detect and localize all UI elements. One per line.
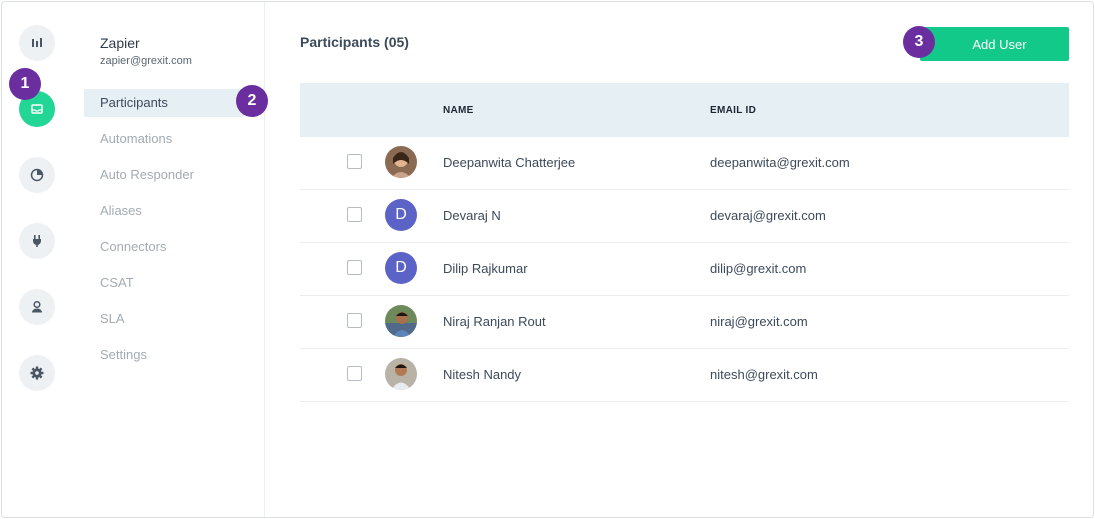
step-badge: 1 [9, 68, 41, 100]
participant-email: dilip@grexit.com [710, 261, 807, 276]
row-checkbox[interactable] [347, 154, 362, 169]
gear-icon [30, 366, 44, 380]
table-row: Niraj Ranjan Rout niraj@grexit.com [300, 296, 1069, 349]
participant-name: Deepanwita Chatterjee [443, 155, 576, 170]
inbox-icon [31, 104, 43, 114]
profile-rail-button[interactable] [19, 289, 55, 325]
participant-name: Dilip Rajkumar [443, 261, 528, 276]
table-row: Deepanwita Chatterjee deepanwita@grexit.… [300, 137, 1069, 190]
nav-item-participants[interactable]: Participants [84, 89, 244, 117]
participant-email: niraj@grexit.com [710, 314, 808, 329]
analytics-rail-button[interactable] [19, 25, 55, 61]
avatar [385, 305, 417, 337]
participant-email: devaraj@grexit.com [710, 208, 826, 223]
participant-email: nitesh@grexit.com [710, 367, 818, 382]
column-header-email: EMAIL ID [710, 105, 757, 116]
settings-rail-button[interactable] [19, 355, 55, 391]
page-title: Participants (05) [300, 34, 409, 50]
nav-item-automations[interactable]: Automations [84, 125, 244, 153]
row-checkbox[interactable] [347, 260, 362, 275]
participant-name: Nitesh Nandy [443, 367, 522, 382]
table-row: D Dilip Rajkumar dilip@grexit.com [300, 243, 1069, 296]
plug-icon [33, 235, 41, 247]
row-checkbox[interactable] [347, 366, 362, 381]
account-name: Zapier [100, 35, 140, 51]
participant-name: Niraj Ranjan Rout [443, 314, 546, 329]
bar-chart-icon [32, 38, 42, 47]
avatar [385, 358, 417, 390]
user-icon [32, 300, 42, 313]
participant-email: deepanwita@grexit.com [710, 155, 850, 170]
row-checkbox[interactable] [347, 207, 362, 222]
nav-item-aliases[interactable]: Aliases [84, 197, 244, 225]
row-checkbox[interactable] [347, 313, 362, 328]
table-header: NAME EMAIL ID [300, 83, 1069, 137]
add-user-button[interactable]: Add User [920, 27, 1069, 61]
account-email: zapier@grexit.com [100, 55, 192, 67]
nav-item-auto-responder[interactable]: Auto Responder [84, 161, 244, 189]
avatar [385, 146, 417, 178]
nav-item-connectors[interactable]: Connectors [84, 233, 244, 261]
app-frame: Zapier zapier@grexit.com Participants Au… [1, 1, 1094, 518]
pie-chart-icon [30, 168, 44, 182]
table-row: D Devaraj N devaraj@grexit.com [300, 190, 1069, 243]
step-badge: 2 [236, 85, 268, 117]
nav-item-csat[interactable]: CSAT [84, 269, 244, 297]
settings-sidebar: Zapier zapier@grexit.com Participants Au… [72, 2, 265, 517]
avatar: D [385, 199, 417, 231]
integrations-rail-button[interactable] [19, 223, 55, 259]
avatar: D [385, 252, 417, 284]
participant-name: Devaraj N [443, 208, 501, 223]
step-badge: 3 [903, 26, 935, 58]
table-row: Nitesh Nandy nitesh@grexit.com [300, 349, 1069, 402]
column-header-name: NAME [443, 105, 474, 116]
reports-rail-button[interactable] [19, 157, 55, 193]
nav-item-settings[interactable]: Settings [84, 341, 244, 369]
nav-item-sla[interactable]: SLA [84, 305, 244, 333]
